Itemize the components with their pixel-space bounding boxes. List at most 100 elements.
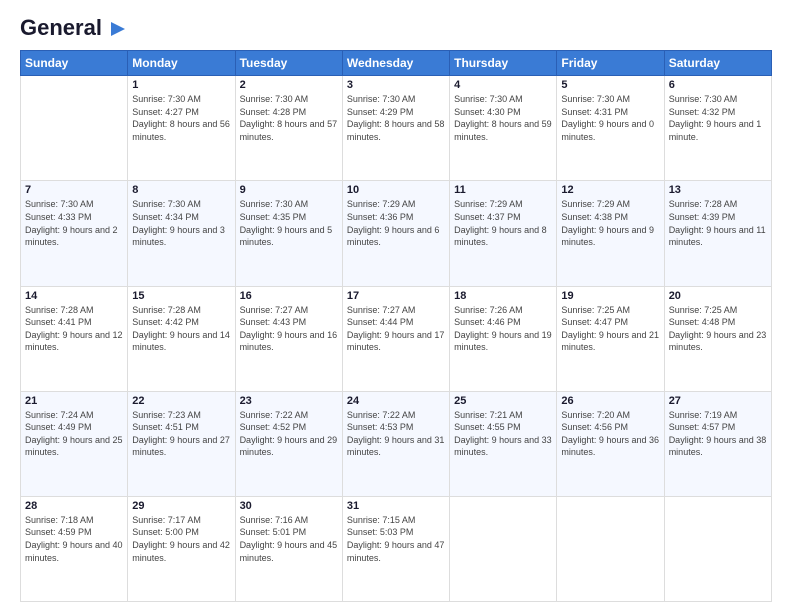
calendar-week-row: 1 Sunrise: 7:30 AMSunset: 4:27 PMDaylight… (21, 76, 772, 181)
calendar-header-row: SundayMondayTuesdayWednesdayThursdayFrid… (21, 51, 772, 76)
day-number: 25 (454, 395, 552, 407)
calendar-cell: 10 Sunrise: 7:29 AMSunset: 4:36 PMDayligh… (342, 181, 449, 286)
calendar-cell: 11 Sunrise: 7:29 AMSunset: 4:37 PMDayligh… (450, 181, 557, 286)
page: General SundayMondayTuesdayWednesdayThur… (0, 0, 792, 612)
day-number: 5 (561, 79, 659, 91)
day-info: Sunrise: 7:30 AMSunset: 4:34 PMDaylight:… (132, 198, 230, 248)
day-number: 1 (132, 79, 230, 91)
calendar-cell (450, 496, 557, 601)
day-info: Sunrise: 7:15 AMSunset: 5:03 PMDaylight:… (347, 514, 445, 564)
weekday-header: Thursday (450, 51, 557, 76)
calendar-cell (664, 496, 771, 601)
day-number: 19 (561, 290, 659, 302)
calendar-cell: 20Sunrise: 7:25 AMSunset: 4:48 PMDayligh… (664, 286, 771, 391)
day-number: 29 (132, 500, 230, 512)
calendar-cell: 5 Sunrise: 7:30 AMSunset: 4:31 PMDaylight… (557, 76, 664, 181)
day-info: Sunrise: 7:28 AMSunset: 4:42 PMDaylight:… (132, 304, 230, 354)
calendar-cell: 22 Sunrise: 7:23 AMSunset: 4:51 PMDayligh… (128, 391, 235, 496)
day-number: 14 (25, 290, 123, 302)
calendar-week-row: 28 Sunrise: 7:18 AMSunset: 4:59 PMDayligh… (21, 496, 772, 601)
calendar-cell: 21Sunrise: 7:24 AMSunset: 4:49 PMDayligh… (21, 391, 128, 496)
day-info: Sunrise: 7:30 AMSunset: 4:27 PMDaylight:… (132, 93, 230, 143)
day-info: Sunrise: 7:23 AMSunset: 4:51 PMDaylight:… (132, 409, 230, 459)
day-info: Sunrise: 7:25 AMSunset: 4:47 PMDaylight:… (561, 304, 659, 354)
calendar-table: SundayMondayTuesdayWednesdayThursdayFrid… (20, 50, 772, 602)
calendar-week-row: 14Sunrise: 7:28 AMSunset: 4:41 PMDayligh… (21, 286, 772, 391)
day-number: 12 (561, 184, 659, 196)
calendar-cell: 26 Sunrise: 7:20 AMSunset: 4:56 PMDayligh… (557, 391, 664, 496)
day-number: 26 (561, 395, 659, 407)
day-info: Sunrise: 7:16 AMSunset: 5:01 PMDaylight:… (240, 514, 338, 564)
day-number: 22 (132, 395, 230, 407)
day-number: 9 (240, 184, 338, 196)
calendar-cell: 16 Sunrise: 7:27 AMSunset: 4:43 PMDayligh… (235, 286, 342, 391)
day-info: Sunrise: 7:24 AMSunset: 4:49 PMDaylight:… (25, 409, 123, 459)
day-info: Sunrise: 7:26 AMSunset: 4:46 PMDaylight:… (454, 304, 552, 354)
day-number: 3 (347, 79, 445, 91)
logo-icon (103, 20, 125, 38)
day-info: Sunrise: 7:30 AMSunset: 4:35 PMDaylight:… (240, 198, 338, 248)
day-info: Sunrise: 7:21 AMSunset: 4:55 PMDaylight:… (454, 409, 552, 459)
calendar-cell: 2Sunrise: 7:30 AMSunset: 4:28 PMDaylight… (235, 76, 342, 181)
day-info: Sunrise: 7:30 AMSunset: 4:29 PMDaylight:… (347, 93, 445, 143)
day-number: 31 (347, 500, 445, 512)
calendar-cell: 14Sunrise: 7:28 AMSunset: 4:41 PMDayligh… (21, 286, 128, 391)
day-number: 10 (347, 184, 445, 196)
calendar-cell: 4 Sunrise: 7:30 AMSunset: 4:30 PMDaylight… (450, 76, 557, 181)
weekday-header: Sunday (21, 51, 128, 76)
day-info: Sunrise: 7:28 AMSunset: 4:39 PMDaylight:… (669, 198, 767, 248)
day-info: Sunrise: 7:27 AMSunset: 4:44 PMDaylight:… (347, 304, 445, 354)
day-info: Sunrise: 7:27 AMSunset: 4:43 PMDaylight:… (240, 304, 338, 354)
day-info: Sunrise: 7:30 AMSunset: 4:28 PMDaylight:… (240, 93, 338, 143)
day-info: Sunrise: 7:30 AMSunset: 4:32 PMDaylight:… (669, 93, 767, 143)
calendar-cell: 12 Sunrise: 7:29 AMSunset: 4:38 PMDayligh… (557, 181, 664, 286)
calendar-cell: 27 Sunrise: 7:19 AMSunset: 4:57 PMDayligh… (664, 391, 771, 496)
calendar-cell: 30 Sunrise: 7:16 AMSunset: 5:01 PMDayligh… (235, 496, 342, 601)
calendar-week-row: 7 Sunrise: 7:30 AMSunset: 4:33 PMDaylight… (21, 181, 772, 286)
day-number: 24 (347, 395, 445, 407)
day-info: Sunrise: 7:20 AMSunset: 4:56 PMDaylight:… (561, 409, 659, 459)
day-info: Sunrise: 7:29 AMSunset: 4:38 PMDaylight:… (561, 198, 659, 248)
day-number: 7 (25, 184, 123, 196)
calendar-cell: 1 Sunrise: 7:30 AMSunset: 4:27 PMDaylight… (128, 76, 235, 181)
day-number: 17 (347, 290, 445, 302)
weekday-header: Wednesday (342, 51, 449, 76)
day-number: 4 (454, 79, 552, 91)
calendar-cell: 3 Sunrise: 7:30 AMSunset: 4:29 PMDaylight… (342, 76, 449, 181)
day-number: 27 (669, 395, 767, 407)
day-info: Sunrise: 7:29 AMSunset: 4:37 PMDaylight:… (454, 198, 552, 248)
calendar-cell: 18Sunrise: 7:26 AMSunset: 4:46 PMDayligh… (450, 286, 557, 391)
calendar-cell: 13Sunrise: 7:28 AMSunset: 4:39 PMDayligh… (664, 181, 771, 286)
day-number: 28 (25, 500, 123, 512)
calendar-cell: 6 Sunrise: 7:30 AMSunset: 4:32 PMDaylight… (664, 76, 771, 181)
day-info: Sunrise: 7:30 AMSunset: 4:31 PMDaylight:… (561, 93, 659, 143)
day-number: 11 (454, 184, 552, 196)
day-number: 6 (669, 79, 767, 91)
calendar-cell (557, 496, 664, 601)
calendar-cell: 7 Sunrise: 7:30 AMSunset: 4:33 PMDaylight… (21, 181, 128, 286)
calendar-cell: 24 Sunrise: 7:22 AMSunset: 4:53 PMDayligh… (342, 391, 449, 496)
day-info: Sunrise: 7:22 AMSunset: 4:52 PMDaylight:… (240, 409, 338, 459)
day-number: 30 (240, 500, 338, 512)
day-info: Sunrise: 7:22 AMSunset: 4:53 PMDaylight:… (347, 409, 445, 459)
day-info: Sunrise: 7:25 AMSunset: 4:48 PMDaylight:… (669, 304, 767, 354)
day-number: 8 (132, 184, 230, 196)
day-info: Sunrise: 7:30 AMSunset: 4:33 PMDaylight:… (25, 198, 123, 248)
day-info: Sunrise: 7:30 AMSunset: 4:30 PMDaylight:… (454, 93, 552, 143)
day-number: 16 (240, 290, 338, 302)
day-info: Sunrise: 7:29 AMSunset: 4:36 PMDaylight:… (347, 198, 445, 248)
calendar-cell: 17 Sunrise: 7:27 AMSunset: 4:44 PMDayligh… (342, 286, 449, 391)
day-number: 23 (240, 395, 338, 407)
day-number: 15 (132, 290, 230, 302)
calendar-cell: 23 Sunrise: 7:22 AMSunset: 4:52 PMDayligh… (235, 391, 342, 496)
logo-general: General (20, 15, 102, 40)
calendar-cell: 19 Sunrise: 7:25 AMSunset: 4:47 PMDayligh… (557, 286, 664, 391)
calendar-cell: 31 Sunrise: 7:15 AMSunset: 5:03 PMDayligh… (342, 496, 449, 601)
calendar-cell: 15 Sunrise: 7:28 AMSunset: 4:42 PMDayligh… (128, 286, 235, 391)
day-info: Sunrise: 7:19 AMSunset: 4:57 PMDaylight:… (669, 409, 767, 459)
header: General (20, 16, 772, 40)
weekday-header: Saturday (664, 51, 771, 76)
day-info: Sunrise: 7:17 AMSunset: 5:00 PMDaylight:… (132, 514, 230, 564)
calendar-cell: 28 Sunrise: 7:18 AMSunset: 4:59 PMDayligh… (21, 496, 128, 601)
day-info: Sunrise: 7:18 AMSunset: 4:59 PMDaylight:… (25, 514, 123, 564)
